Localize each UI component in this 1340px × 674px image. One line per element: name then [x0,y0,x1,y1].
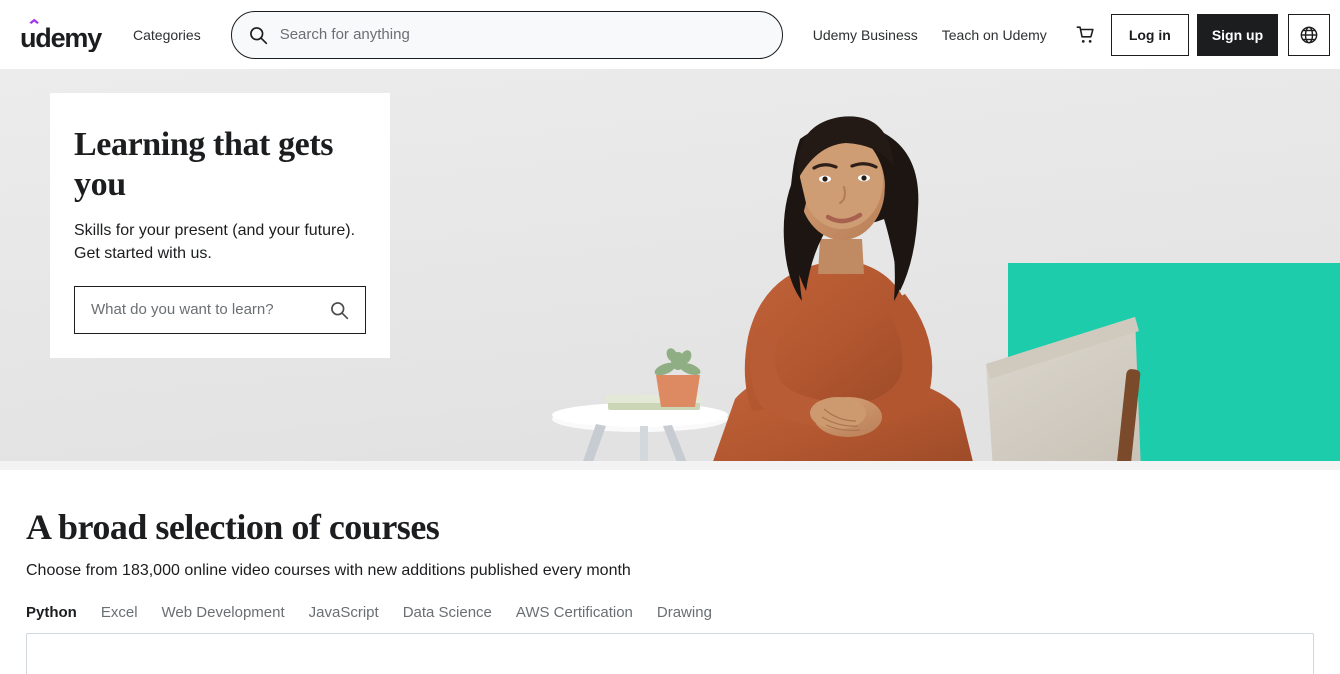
login-button[interactable]: Log in [1110,13,1189,56]
hero-banner: Learning that gets you Skills for your p… [0,69,1340,470]
nav-teach-on-udemy[interactable]: Teach on Udemy [930,19,1059,51]
search-icon [331,301,349,319]
tab-web-development[interactable]: Web Development [150,600,297,631]
hero-search-bar[interactable] [74,285,366,334]
globe-icon [1300,26,1318,43]
nav-udemy-business[interactable]: Udemy Business [801,19,930,51]
site-header: udemy Categories Udemy Business Teach on… [0,0,1340,69]
header-search-container [213,10,801,59]
hero-title: Learning that gets you [74,126,334,204]
svg-text:udemy: udemy [20,23,102,52]
tab-data-science[interactable]: Data Science [391,600,504,631]
section-subtitle: Choose from 183,000 online video courses… [26,561,631,579]
header-actions: Udemy Business Teach on Udemy Log in Sig… [801,13,1331,56]
hero-search-button[interactable] [325,296,353,324]
header-search-bar[interactable] [230,10,783,59]
language-button[interactable] [1288,13,1331,56]
cart-button[interactable] [1067,16,1105,54]
tab-javascript[interactable]: JavaScript [297,600,391,631]
hero-card: Learning that gets you Skills for your p… [50,93,390,358]
nav-categories[interactable]: Categories [121,19,213,51]
course-tab-panel [26,632,1314,674]
search-icon [249,26,267,44]
course-category-tabs: Python Excel Web Development JavaScript Data… [26,600,1314,631]
tab-python[interactable]: Python [26,600,89,631]
section-title: A broad selection of courses [26,507,440,547]
shopping-cart-icon [1076,25,1094,43]
udemy-logo[interactable]: udemy [20,18,111,52]
tab-excel[interactable]: Excel [89,600,150,631]
search-input[interactable] [279,26,766,43]
courses-section: A broad selection of courses Choose from… [0,470,1340,674]
tab-drawing[interactable]: Drawing [645,600,724,631]
signup-button[interactable]: Sign up [1196,13,1279,56]
hero-subtitle: Skills for your present (and your future… [74,222,356,263]
tab-aws-certification[interactable]: AWS Certification [504,600,645,631]
hero-search-input[interactable] [91,301,317,319]
